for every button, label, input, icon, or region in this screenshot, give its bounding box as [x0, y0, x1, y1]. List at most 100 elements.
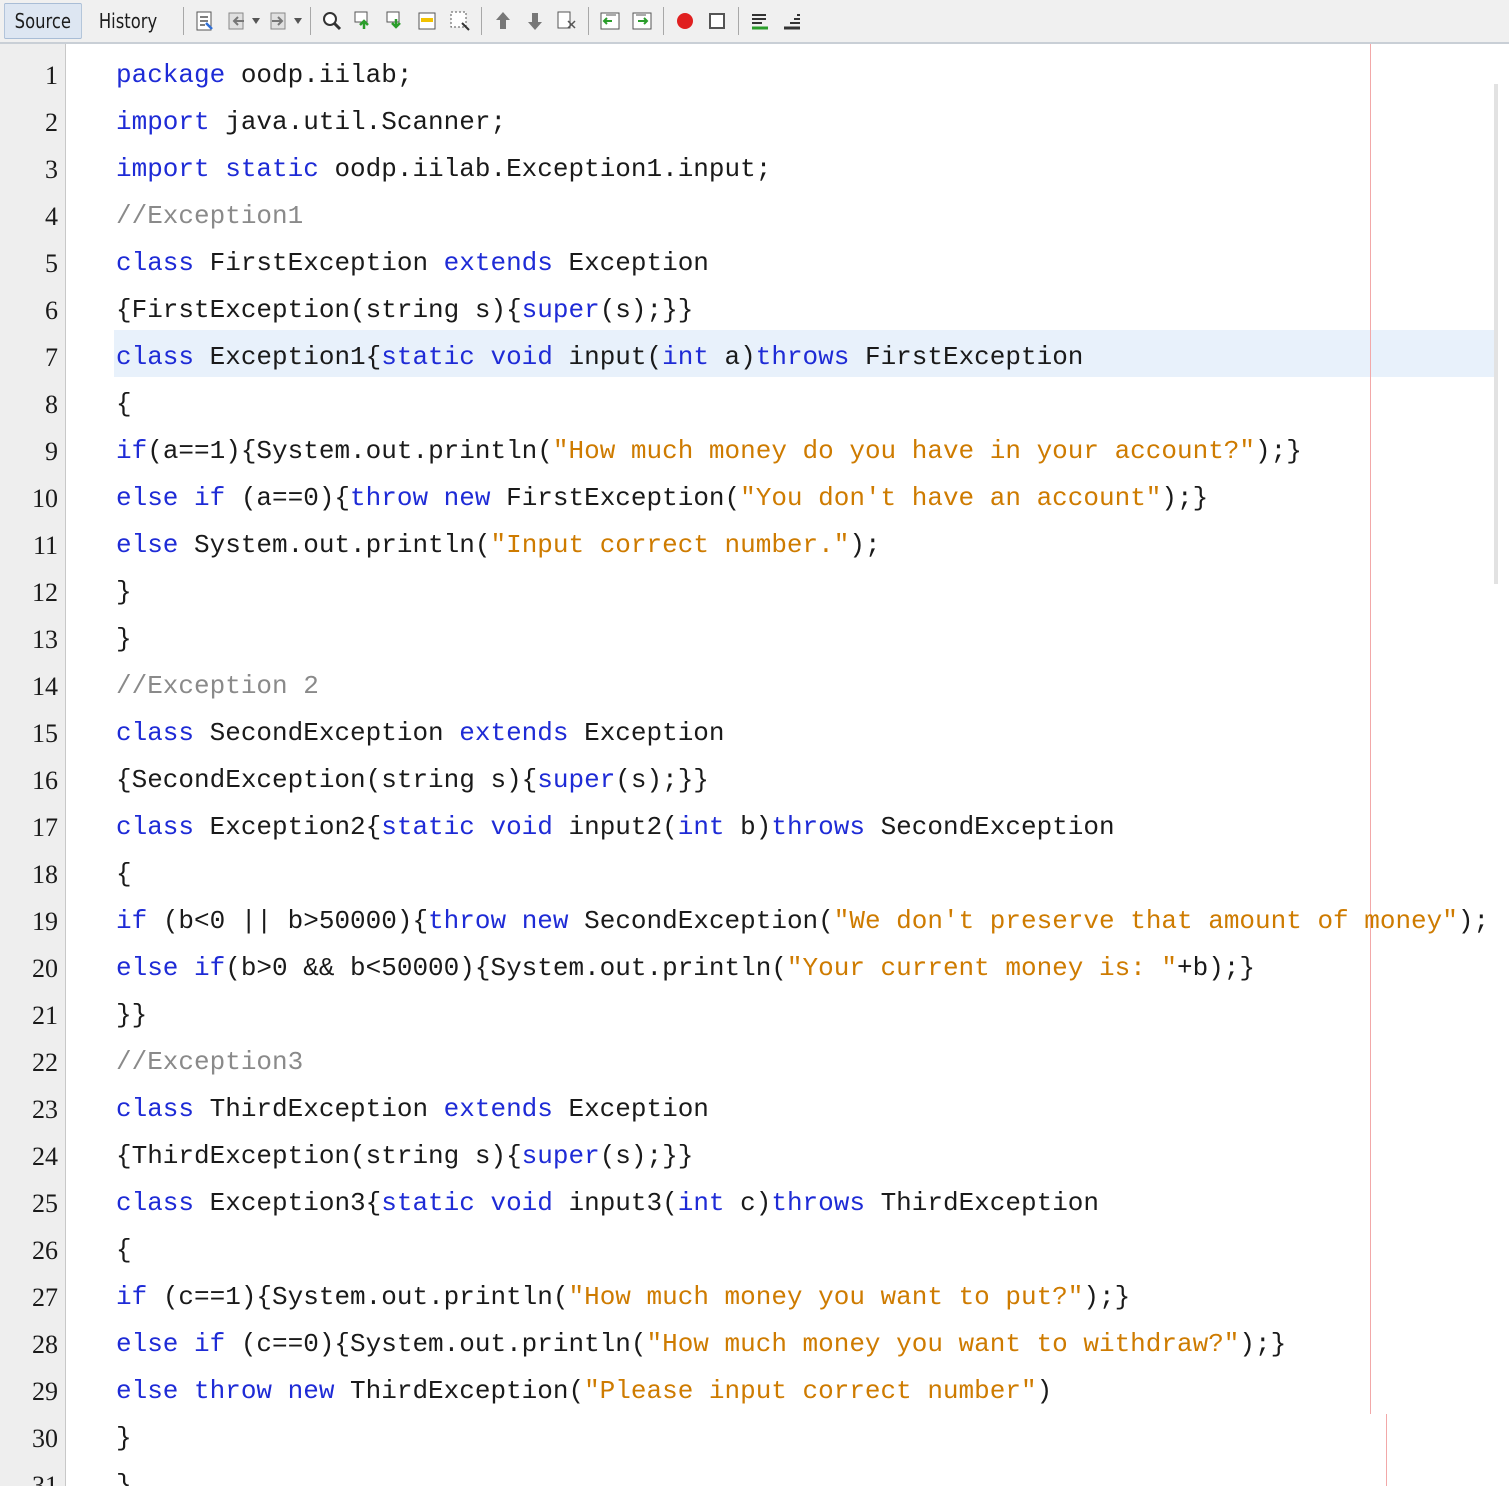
- code-line[interactable]: {SecondException(string s){super(s);}}: [116, 757, 709, 804]
- toggle-highlight-icon[interactable]: [416, 9, 440, 33]
- find-previous-icon[interactable]: [352, 9, 376, 33]
- code-line[interactable]: //Exception 2: [116, 663, 319, 710]
- uncomment-icon[interactable]: [780, 9, 804, 33]
- shift-left-icon[interactable]: [598, 9, 622, 33]
- code-line[interactable]: }: [116, 1415, 132, 1462]
- code-line[interactable]: class ThirdException extends Exception: [116, 1086, 709, 1133]
- code-line[interactable]: if (b<0 || b>50000){throw new SecondExce…: [116, 898, 1489, 945]
- code-text: Exception2{: [194, 812, 382, 842]
- line-number: 8: [45, 390, 58, 419]
- code-line[interactable]: else if (a==0){throw new FirstException(…: [116, 475, 1208, 522]
- start-macro-recording-icon[interactable]: [673, 9, 697, 33]
- code-text: {ThirdException(string s){: [116, 1141, 522, 1171]
- code-string: "How much money do you have in your acco…: [552, 436, 1256, 466]
- code-text: }}: [116, 1000, 148, 1030]
- code-text: {: [116, 389, 132, 419]
- code-text: (a==0){: [225, 483, 351, 513]
- line-number: 22: [32, 1048, 58, 1077]
- code-string: "How much money you want to withdraw?": [646, 1329, 1240, 1359]
- code-line[interactable]: else throw new ThirdException("Please in…: [116, 1368, 1052, 1415]
- shift-right-icon[interactable]: [630, 9, 654, 33]
- code-line[interactable]: //Exception3: [116, 1039, 303, 1086]
- code-comment: //Exception 2: [116, 671, 319, 701]
- back-icon[interactable]: [225, 9, 249, 33]
- last-edit-icon[interactable]: [193, 9, 217, 33]
- forward-icon[interactable]: [267, 9, 291, 33]
- code-keyword: throw new: [350, 483, 491, 513]
- code-keyword: class: [116, 342, 195, 372]
- code-keyword: class: [116, 812, 195, 842]
- code-keyword: class: [116, 248, 195, 278]
- toggle-bookmark-icon[interactable]: [555, 9, 579, 33]
- code-text: Exception: [568, 718, 725, 748]
- line-number: 26: [32, 1236, 58, 1265]
- forward-dropdown-icon[interactable]: [293, 9, 303, 33]
- code-line[interactable]: }}: [116, 992, 147, 1039]
- toolbar-separator: [182, 7, 184, 35]
- code-line[interactable]: //Exception1: [116, 193, 303, 240]
- code-line[interactable]: {: [116, 381, 132, 428]
- code-line[interactable]: import static oodp.iilab.Exception1.inpu…: [116, 146, 771, 193]
- code-text: FirstException: [194, 248, 444, 278]
- line-number: 30: [32, 1424, 58, 1453]
- code-keyword: throws: [771, 812, 865, 842]
- tab-history[interactable]: History: [89, 3, 167, 39]
- code-line[interactable]: {: [116, 851, 132, 898]
- code-text: }: [116, 1423, 132, 1453]
- line-number: 10: [32, 484, 58, 513]
- code-line[interactable]: else System.out.println("Input correct n…: [116, 522, 881, 569]
- code-line[interactable]: class Exception2{static void input2(int …: [116, 804, 1115, 851]
- code-line[interactable]: package oodp.iilab;: [116, 52, 412, 99]
- code-line[interactable]: else if(b>0 && b<50000){System.out.print…: [116, 945, 1255, 992]
- tab-source[interactable]: Source: [4, 3, 82, 39]
- code-keyword: else throw new: [116, 1376, 335, 1406]
- code-line[interactable]: class FirstException extends Exception: [116, 240, 709, 287]
- code-line[interactable]: if (c==1){System.out.println("How much m…: [116, 1274, 1130, 1321]
- code-line[interactable]: }: [116, 569, 132, 616]
- code-keyword: class: [116, 1188, 195, 1218]
- code-line[interactable]: else if (c==0){System.out.println("How m…: [116, 1321, 1286, 1368]
- code-keyword: package: [116, 60, 226, 90]
- code-editor[interactable]: 1 2 3 4 5 6 7 8 9 10 11 12 13 14 15 16 17 18 19 20 21 22 23 24 2…: [0, 44, 1509, 1486]
- find-icon[interactable]: [320, 9, 344, 33]
- find-next-icon[interactable]: [384, 9, 408, 33]
- code-line[interactable]: class Exception1{static void input(int a…: [116, 334, 1083, 381]
- line-number: 21: [32, 1001, 58, 1030]
- next-bookmark-icon[interactable]: [523, 9, 547, 33]
- code-text: java.util.Scanner;: [209, 107, 507, 137]
- stop-macro-recording-icon[interactable]: [705, 9, 729, 33]
- code-keyword: extends: [459, 718, 569, 748]
- code-text: (c==0){System.out.println(: [225, 1329, 647, 1359]
- code-keyword: class: [116, 718, 195, 748]
- line-number: 18: [32, 860, 58, 889]
- vertical-scrollbar[interactable]: [1494, 84, 1498, 584]
- line-number: 29: [32, 1377, 58, 1406]
- code-text: (s);}}: [599, 295, 694, 325]
- toggle-rectangular-selection-icon[interactable]: [448, 9, 472, 33]
- code-keyword: super: [521, 1141, 600, 1171]
- code-keyword: int: [677, 812, 725, 842]
- code-text: ): [1036, 1376, 1053, 1406]
- back-dropdown-icon[interactable]: [251, 9, 261, 33]
- code-line[interactable]: }: [116, 616, 132, 663]
- line-number: 11: [32, 531, 58, 560]
- code-line[interactable]: {: [116, 1227, 132, 1274]
- code-line[interactable]: }: [116, 1462, 132, 1486]
- code-text: }: [116, 1470, 132, 1486]
- previous-bookmark-icon[interactable]: [491, 9, 515, 33]
- code-line[interactable]: {FirstException(string s){super(s);}}: [116, 287, 693, 334]
- code-line[interactable]: {ThirdException(string s){super(s);}}: [116, 1133, 693, 1180]
- code-line[interactable]: class Exception3{static void input3(int …: [116, 1180, 1099, 1227]
- code-text: c): [724, 1188, 772, 1218]
- code-text: {: [116, 1235, 132, 1265]
- code-text: +b);}: [1177, 953, 1256, 983]
- code-line[interactable]: import java.util.Scanner;: [116, 99, 506, 146]
- comment-icon[interactable]: [748, 9, 772, 33]
- code-line[interactable]: class SecondException extends Exception: [116, 710, 725, 757]
- code-text: }: [116, 624, 132, 654]
- code-keyword: else if: [116, 483, 226, 513]
- code-text: {SecondException(string s){: [116, 765, 538, 795]
- code-line[interactable]: if(a==1){System.out.println("How much mo…: [116, 428, 1302, 475]
- line-number: 17: [32, 813, 58, 842]
- code-comment: //Exception3: [116, 1047, 304, 1077]
